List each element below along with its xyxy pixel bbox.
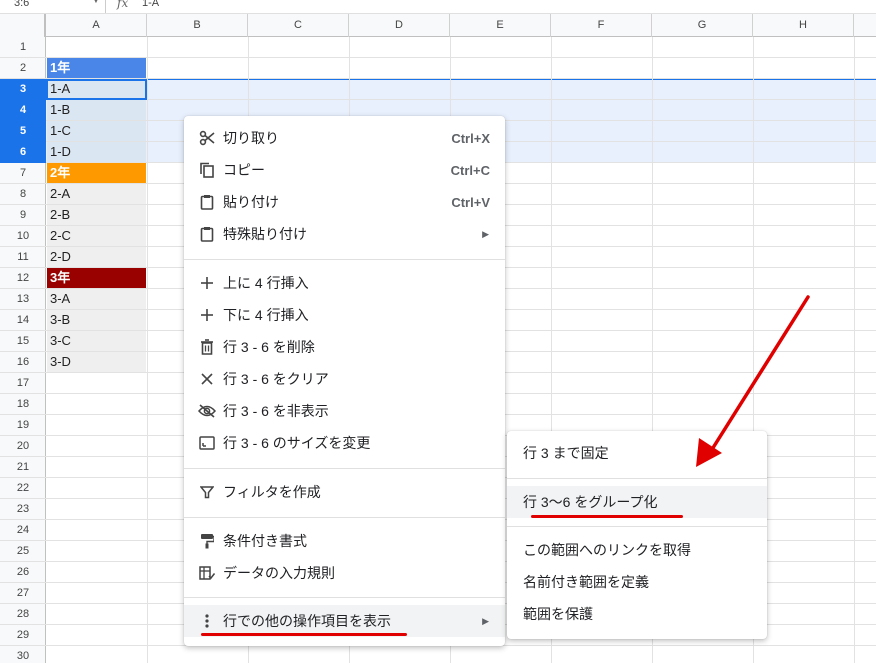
- annotation-arrow-shaft: [709, 295, 810, 453]
- annotation-arrow: [696, 295, 810, 467]
- spreadsheet-window: 3:6 ▼ fx 1-A ABCDEFGH 1 2 3 4 5 6 7 8 9 10 11 12 13 1…: [0, 0, 876, 663]
